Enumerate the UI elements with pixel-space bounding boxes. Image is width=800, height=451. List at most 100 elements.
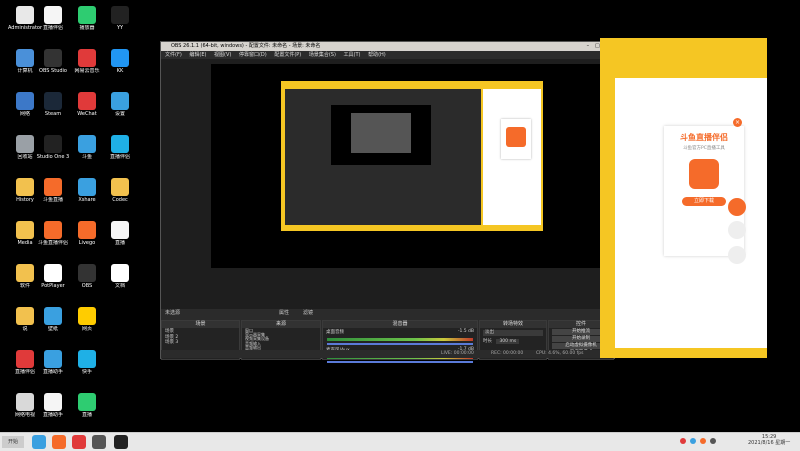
obs-titlebar[interactable]: OBS 26.1.1 (64-bit, windows) - 配置文件: 未命名… <box>161 42 614 51</box>
download-button[interactable]: 立即下载 <box>682 197 726 206</box>
taskbar-app-icon[interactable] <box>92 435 106 449</box>
transition-select[interactable]: 淡出 <box>483 330 543 336</box>
app-icon <box>78 135 96 153</box>
properties-button[interactable]: 属性 <box>279 309 289 318</box>
app-icon <box>78 49 96 67</box>
desktop-icon[interactable]: Codec <box>100 176 140 220</box>
home-icon[interactable] <box>728 221 746 239</box>
duration-input[interactable]: 300 ms <box>496 339 520 344</box>
desktop-icon-label: 网页 <box>81 326 92 332</box>
taskbar: 开始 15:29 2021/8/16 星期一 <box>0 432 800 451</box>
obs-title: OBS 26.1.1 (64-bit, windows) - 配置文件: 未命名… <box>171 43 321 49</box>
duration-row: 时长 300 ms <box>483 338 543 344</box>
gamepad-icon[interactable] <box>728 246 746 264</box>
app-icon <box>44 135 62 153</box>
app-icon <box>44 264 62 282</box>
track-db: -1.5 dB <box>457 329 474 334</box>
app-icon <box>44 92 62 110</box>
app-icon <box>16 307 34 325</box>
app-icon <box>78 92 96 110</box>
menu-view[interactable]: 视图(V) <box>214 52 231 58</box>
app-icon <box>44 350 62 368</box>
scenes-list[interactable]: 场景 场景 2 场景 3 <box>162 328 239 347</box>
app-icon <box>111 49 129 67</box>
play-icon[interactable] <box>728 198 746 216</box>
filters-button[interactable]: 滤镜 <box>303 309 313 318</box>
desktop-icon-label: 直播 <box>114 240 125 246</box>
transitions-header: 转场特效 <box>480 321 546 328</box>
desktop-icon-label: 直播 <box>81 412 92 418</box>
menu-scene-collection[interactable]: 场景集合(S) <box>309 52 336 58</box>
obs-taskbar-icon[interactable] <box>114 435 128 449</box>
volume-slider[interactable] <box>327 361 473 363</box>
app-icon <box>16 6 34 24</box>
start-button[interactable]: 开始 <box>2 436 24 448</box>
app-icon <box>78 178 96 196</box>
app-icon <box>78 264 96 282</box>
app-icon <box>78 393 96 411</box>
desktop-icon-label: 快手 <box>81 369 92 375</box>
menu-file[interactable]: 文件(F) <box>165 52 182 58</box>
desktop-icon-label: KK <box>116 68 124 74</box>
app-icon <box>44 221 62 239</box>
mixer-track: 桌面音频 -1.5 dB <box>323 328 477 336</box>
system-tray[interactable] <box>680 438 740 446</box>
promo-subtitle: 斗鱼官方PC直播工具 <box>683 146 725 151</box>
cpu-fps: CPU: 4.6%, 60.00 fps <box>536 351 584 356</box>
obs-window[interactable]: OBS 26.1.1 (64-bit, windows) - 配置文件: 未命名… <box>160 41 615 363</box>
desktop-icon-label: Codec <box>112 197 128 203</box>
clock-date: 2021/8/16 星期一 <box>748 440 791 446</box>
desktop-icon[interactable]: 直播 <box>100 219 140 263</box>
taskbar-app-icon[interactable] <box>72 435 86 449</box>
promo-title: 斗鱼直播伴侣 <box>680 133 728 142</box>
list-item[interactable]: 场景 3 <box>165 340 236 346</box>
app-icon <box>111 6 129 24</box>
app-icon <box>16 92 34 110</box>
menu-profile[interactable]: 配置文件(P) <box>274 52 301 58</box>
desktop-icon[interactable]: YY <box>100 4 140 48</box>
app-icon <box>111 178 129 196</box>
obs-statusbar: LIVE: 00:00:00 REC: 00:00:00 CPU: 4.6%, … <box>161 350 614 358</box>
no-source-label: 未选源 <box>165 310 181 316</box>
app-icon <box>16 135 34 153</box>
menu-docks[interactable]: 停靠窗口(D) <box>239 52 267 58</box>
app-icon <box>111 92 129 110</box>
desktop-icon[interactable]: 设置 <box>100 90 140 134</box>
menu-tools[interactable]: 工具(T) <box>344 52 361 58</box>
menu-edit[interactable]: 编辑(E) <box>189 52 206 58</box>
app-icon <box>16 49 34 67</box>
nested-capture <box>281 81 543 231</box>
desktop-icon[interactable]: KK <box>100 47 140 91</box>
app-icon <box>44 307 62 325</box>
track-name: 桌面音频 <box>326 330 344 335</box>
taskbar-app-icon[interactable] <box>32 435 46 449</box>
preview-canvas[interactable] <box>211 64 613 268</box>
volume-slider[interactable] <box>327 343 473 345</box>
browser-window[interactable]: × 斗鱼直播伴侣 斗鱼官方PC直播工具 立即下载 <box>600 38 767 358</box>
menu-help[interactable]: 帮助(H) <box>368 52 386 58</box>
desktop-icon[interactable]: 直播 <box>67 391 107 435</box>
app-icon <box>111 135 129 153</box>
live-time: LIVE: 00:00:00 <box>441 351 474 356</box>
taskbar-app-icon[interactable] <box>52 435 66 449</box>
app-icon <box>78 221 96 239</box>
app-icon <box>111 264 129 282</box>
app-icon <box>16 264 34 282</box>
app-logo <box>689 159 719 189</box>
desktop-icon[interactable]: 直播伴侣 <box>100 133 140 177</box>
audio-meter <box>327 338 473 341</box>
minimize-icon[interactable]: – <box>584 42 592 51</box>
app-icon <box>44 393 62 411</box>
preview-area[interactable] <box>161 59 614 309</box>
desktop-icon[interactable]: 文档 <box>100 262 140 306</box>
app-icon <box>44 178 62 196</box>
close-icon[interactable]: × <box>733 118 742 127</box>
desktop-icon[interactable]: 快手 <box>67 348 107 392</box>
desktop-icon[interactable]: 网页 <box>67 305 107 349</box>
desktop-icon-label: 设置 <box>114 111 125 117</box>
app-icon <box>44 49 62 67</box>
app-icon <box>78 6 96 24</box>
browser-toolbar <box>615 38 767 50</box>
clock[interactable]: 15:29 2021/8/16 星期一 <box>748 434 790 446</box>
desktop-icon-label: 直播伴侣 <box>109 154 130 160</box>
